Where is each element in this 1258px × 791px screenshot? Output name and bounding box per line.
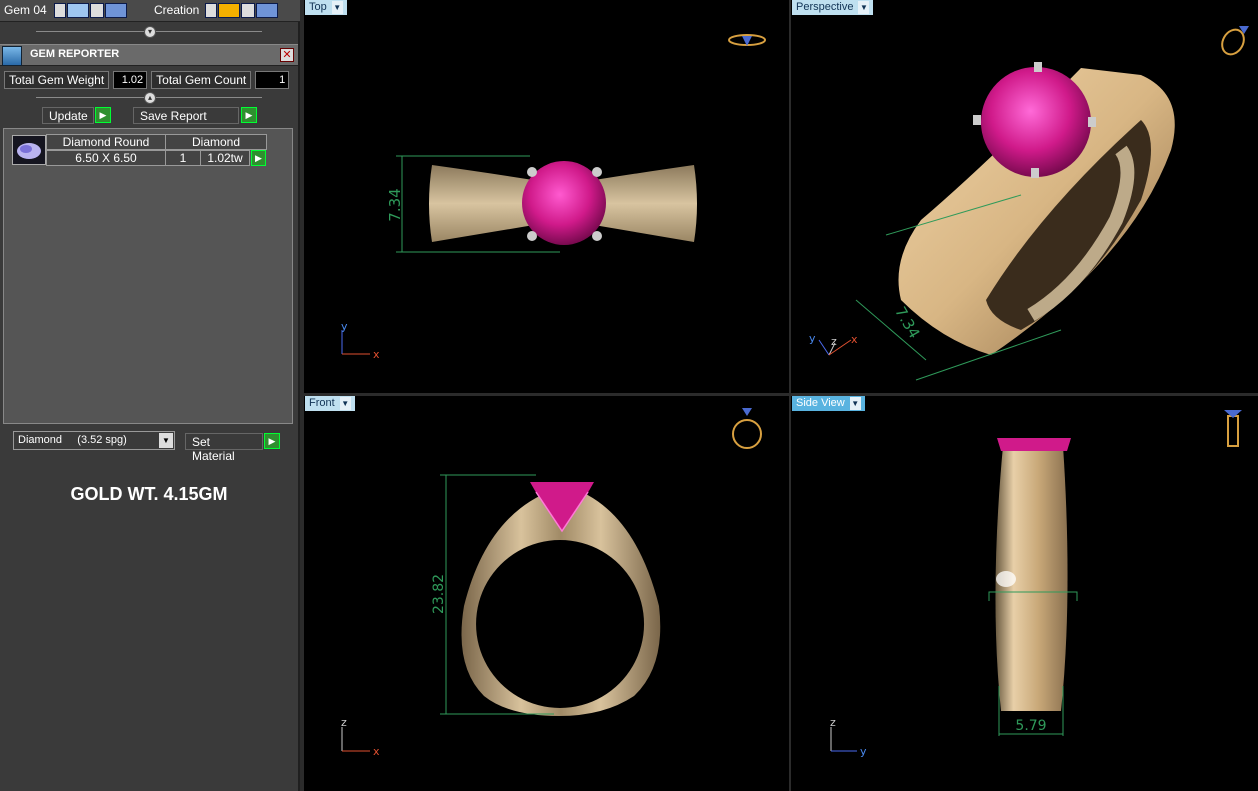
viewport-perspective-tab[interactable]: Perspective ▼ bbox=[792, 0, 874, 15]
creation-dropdown-label[interactable]: Creation bbox=[154, 3, 199, 17]
side-view-canvas: 5.79 z y bbox=[830, 410, 1242, 758]
viewport-top-tab[interactable]: Top ▼ bbox=[305, 0, 347, 15]
matrix-window: Gem 04 Creation ▾ GEM REPORTER ✕ Total G… bbox=[0, 0, 1258, 791]
axis-gizmo bbox=[341, 727, 370, 752]
ring-orientation-icon[interactable] bbox=[732, 408, 762, 449]
layer-button[interactable] bbox=[105, 3, 127, 18]
total-gem-count-label: Total Gem Count bbox=[151, 71, 252, 89]
play-icon[interactable] bbox=[54, 3, 66, 18]
material-select-value: Diamond (3.52 spg) bbox=[18, 434, 127, 446]
gem-reporter-title: GEM REPORTER bbox=[30, 48, 120, 60]
gem-shape-header: Diamond Round bbox=[46, 134, 166, 150]
gem-stats-row: Total Gem Weight 1.02 Total Gem Count 1 bbox=[4, 71, 290, 89]
lock-icon[interactable] bbox=[90, 3, 104, 18]
viewport-perspective-label: Perspective bbox=[796, 1, 854, 13]
set-material-button[interactable]: Set Material bbox=[185, 433, 263, 463]
highlight bbox=[996, 571, 1016, 587]
left-panel: Gem 04 Creation ▾ GEM REPORTER ✕ Total G… bbox=[0, 0, 300, 791]
chevron-down-icon[interactable]: ▼ bbox=[339, 397, 351, 410]
viewport-side-tab[interactable]: Side View ▼ bbox=[792, 396, 865, 411]
ring-orientation-icon[interactable] bbox=[1218, 26, 1249, 59]
save-report-button[interactable]: Save Report bbox=[133, 107, 239, 124]
viewport-front-tab[interactable]: Front ▼ bbox=[305, 396, 355, 411]
lock-icon[interactable] bbox=[241, 3, 255, 18]
gem-toolbar-buttons bbox=[54, 3, 127, 18]
viewport-side-label: Side View bbox=[796, 397, 845, 409]
layer-button[interactable] bbox=[256, 3, 278, 18]
axis-label-y: y bbox=[341, 320, 348, 333]
axis-label-z: z bbox=[341, 716, 347, 729]
chevron-down-icon[interactable]: ▼ bbox=[159, 433, 173, 448]
gem-material-header: Diamond bbox=[165, 134, 267, 150]
set-material-go-icon[interactable]: ▶ bbox=[264, 433, 280, 449]
perspective-view-canvas: 7.34 y z x bbox=[809, 26, 1249, 381]
collapse-knob-icon[interactable]: ▾ bbox=[144, 26, 156, 38]
gem-dropdown-label[interactable]: Gem 04 bbox=[4, 3, 47, 17]
ring-orientation-icon[interactable] bbox=[728, 34, 766, 46]
viewport-side[interactable]: Side View ▼ 5.79 z y bbox=[791, 396, 1258, 791]
gem-reporter-header: GEM REPORTER ✕ bbox=[0, 44, 298, 66]
chevron-down-icon[interactable]: ▼ bbox=[331, 1, 343, 14]
dimension-label: 5.79 bbox=[1015, 718, 1046, 734]
axis-label-x: x bbox=[851, 333, 858, 346]
viewport-top-label: Top bbox=[309, 1, 327, 13]
gold-weight-annotation: GOLD WT. 4.15GM bbox=[70, 484, 228, 504]
diamond-round-icon bbox=[12, 135, 46, 165]
prong bbox=[1088, 117, 1096, 127]
creation-toolbar-buttons bbox=[205, 3, 278, 18]
total-gem-weight-value: 1.02 bbox=[113, 71, 148, 89]
update-go-icon[interactable]: ▶ bbox=[95, 107, 111, 123]
prong bbox=[592, 167, 602, 177]
collapse-knob-icon[interactable]: ▴ bbox=[144, 92, 156, 104]
gem-list: Diamond Round Diamond 6.50 X 6.50 1 1.02… bbox=[3, 128, 293, 424]
save-report-go-icon[interactable]: ▶ bbox=[241, 107, 257, 123]
gem-size-cell: 6.50 X 6.50 bbox=[46, 150, 166, 166]
color-swatch[interactable] bbox=[218, 3, 240, 18]
gemstone bbox=[997, 438, 1071, 451]
axis-label-x: x bbox=[373, 348, 380, 361]
dimension-label: 23.82 bbox=[431, 574, 447, 614]
axis-gizmo bbox=[341, 330, 370, 355]
gem-reporter-icon bbox=[2, 46, 22, 66]
chevron-down-icon[interactable]: ▼ bbox=[858, 1, 870, 14]
gem-count-cell: 1 bbox=[165, 150, 201, 166]
viewport-perspective[interactable]: Perspective ▼ 7.34 y z x bbox=[791, 0, 1258, 393]
prong bbox=[527, 231, 537, 241]
gem-weight-cell: 1.02tw bbox=[200, 150, 250, 166]
viewport-front[interactable]: Front ▼ 23.82 z x bbox=[304, 396, 789, 791]
total-gem-count-value: 1 bbox=[255, 71, 290, 89]
viewport-front-label: Front bbox=[309, 397, 335, 409]
dimension-label: 7.34 bbox=[386, 188, 404, 221]
total-gem-weight-label: Total Gem Weight bbox=[4, 71, 110, 89]
ring-orientation-icon[interactable] bbox=[1224, 410, 1242, 447]
play-icon[interactable] bbox=[205, 3, 217, 18]
axis-label-z: z bbox=[831, 335, 837, 348]
material-select[interactable]: Diamond (3.52 spg) ▼ bbox=[13, 431, 175, 450]
viewport-top[interactable]: Top ▼ 7.34 y x bbox=[304, 0, 789, 393]
front-view-canvas: 23.82 z x bbox=[341, 408, 762, 758]
axis-label-z: z bbox=[830, 716, 836, 729]
chevron-down-icon[interactable]: ▼ bbox=[849, 397, 861, 410]
prong bbox=[592, 231, 602, 241]
axis-gizmo bbox=[830, 727, 857, 752]
top-view-canvas: 7.34 y x bbox=[341, 34, 766, 361]
update-button[interactable]: Update bbox=[42, 107, 94, 124]
gem-row-go-icon[interactable]: ▶ bbox=[251, 150, 266, 166]
close-icon[interactable]: ✕ bbox=[280, 48, 294, 62]
prong bbox=[1031, 168, 1039, 178]
axis-label-y: y bbox=[860, 745, 867, 758]
gemstone bbox=[981, 67, 1091, 177]
prong bbox=[1034, 62, 1042, 72]
prong bbox=[973, 115, 981, 125]
axis-label-x: x bbox=[373, 745, 380, 758]
prong bbox=[527, 167, 537, 177]
color-swatch[interactable] bbox=[67, 3, 89, 18]
axis-label-y: y bbox=[809, 332, 816, 345]
top-toolbar: Gem 04 Creation bbox=[0, 0, 300, 22]
